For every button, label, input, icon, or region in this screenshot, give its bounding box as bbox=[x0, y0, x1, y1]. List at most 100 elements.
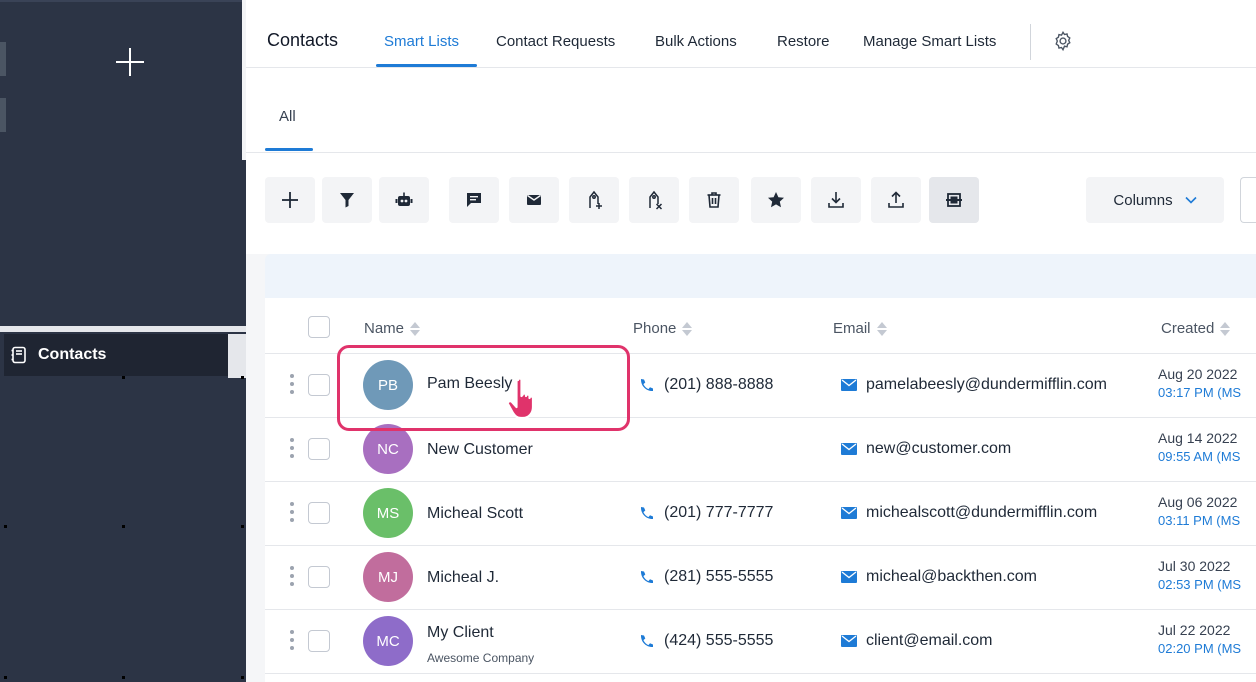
hand-cursor-icon bbox=[506, 377, 535, 420]
contact-email[interactable]: new@customer.com bbox=[841, 440, 1011, 458]
sidebar-marker bbox=[122, 676, 125, 679]
tab-bulk-actions[interactable]: Bulk Actions bbox=[655, 33, 737, 50]
remove-tag-button[interactable] bbox=[629, 177, 679, 223]
tab-contact-requests[interactable]: Contact Requests bbox=[496, 33, 615, 50]
table-row[interactable]: MS Micheal Scott (201) 777-7777 micheals… bbox=[265, 482, 1256, 546]
sidebar-marker bbox=[4, 525, 7, 528]
contact-email[interactable]: client@email.com bbox=[841, 632, 993, 650]
table-row[interactable]: MC My Client Awesome Company (424) 555-5… bbox=[265, 610, 1256, 674]
main-content: Contacts Smart Lists Contact Requests Bu… bbox=[246, 0, 1256, 682]
email-icon bbox=[841, 571, 857, 583]
contact-name[interactable]: Micheal Scott bbox=[427, 505, 523, 523]
contact-name[interactable]: Micheal J. bbox=[427, 569, 499, 587]
drag-handle-icon[interactable] bbox=[290, 502, 294, 524]
created-time: 03:17 PM (MS bbox=[1158, 385, 1242, 400]
column-header-label: Name bbox=[364, 320, 405, 337]
message-icon bbox=[467, 193, 481, 207]
column-header-phone[interactable]: Phone bbox=[633, 320, 693, 337]
avatar[interactable]: MJ bbox=[363, 552, 413, 602]
contact-company: Awesome Company bbox=[427, 651, 535, 665]
email-address: client@email.com bbox=[866, 632, 993, 649]
contact-phone[interactable]: (281) 555-5555 bbox=[638, 568, 773, 586]
row-checkbox[interactable] bbox=[308, 502, 330, 524]
sidebar-collapse-handle[interactable] bbox=[0, 42, 6, 76]
sort-icon bbox=[682, 321, 693, 336]
send-email-button[interactable] bbox=[509, 177, 559, 223]
search-field-edge[interactable] bbox=[1240, 177, 1256, 223]
drag-handle-icon[interactable] bbox=[290, 374, 294, 396]
avatar-initials: MS bbox=[376, 504, 400, 522]
phone-icon bbox=[640, 506, 653, 519]
add-tag-button[interactable] bbox=[569, 177, 619, 223]
sidebar-marker bbox=[4, 676, 7, 679]
gear-icon[interactable] bbox=[1052, 30, 1074, 52]
sidebar-scrollbar[interactable] bbox=[228, 334, 246, 378]
avatar[interactable]: NC bbox=[363, 424, 413, 474]
drag-handle-icon[interactable] bbox=[290, 566, 294, 588]
active-subtab-indicator bbox=[265, 148, 313, 151]
email-address: michealscott@dundermifflin.com bbox=[866, 504, 1098, 521]
row-checkbox[interactable] bbox=[308, 630, 330, 652]
contact-phone[interactable]: (201) 888-8888 bbox=[638, 376, 773, 394]
column-header-label: Email bbox=[833, 320, 871, 337]
add-icon[interactable] bbox=[112, 44, 148, 80]
contact-phone[interactable]: (424) 555-5555 bbox=[638, 632, 773, 650]
table-row[interactable]: MJ Micheal J. (281) 555-5555 micheal@bac… bbox=[265, 546, 1256, 610]
add-contact-button[interactable] bbox=[265, 177, 315, 223]
row-checkbox[interactable] bbox=[308, 374, 330, 396]
sidebar-collapse-handle-secondary[interactable] bbox=[0, 98, 6, 132]
column-header-name[interactable]: Name bbox=[364, 320, 421, 337]
contact-name[interactable]: New Customer bbox=[427, 441, 533, 459]
smart-list-tabs: All bbox=[246, 68, 1256, 154]
star-button[interactable] bbox=[751, 177, 801, 223]
phone-number: (281) 555-5555 bbox=[664, 568, 774, 585]
contact-phone[interactable]: (201) 777-7777 bbox=[638, 504, 773, 522]
created-time: 09:55 AM (MS bbox=[1158, 449, 1241, 464]
select-all-button[interactable] bbox=[929, 177, 979, 223]
tab-all[interactable]: All bbox=[279, 108, 296, 125]
import-icon bbox=[828, 192, 844, 208]
created-date: Aug 20 2022 bbox=[1158, 366, 1238, 382]
email-address: micheal@backthen.com bbox=[866, 568, 1037, 585]
sidebar-marker bbox=[122, 525, 125, 528]
contact-email[interactable]: micheal@backthen.com bbox=[841, 568, 1037, 586]
top-navigation: Contacts Smart Lists Contact Requests Bu… bbox=[246, 0, 1256, 68]
drag-handle-icon[interactable] bbox=[290, 630, 294, 652]
delete-button[interactable] bbox=[689, 177, 739, 223]
select-all-checkbox[interactable] bbox=[308, 316, 330, 338]
email-icon bbox=[841, 507, 857, 519]
contact-email[interactable]: pamelabeesly@dundermifflin.com bbox=[841, 376, 1107, 394]
column-header-created[interactable]: Created bbox=[1161, 320, 1231, 337]
tab-restore[interactable]: Restore bbox=[777, 33, 830, 50]
send-sms-button[interactable] bbox=[449, 177, 499, 223]
created-date: Aug 06 2022 bbox=[1158, 494, 1238, 510]
contact-email[interactable]: michealscott@dundermifflin.com bbox=[841, 504, 1097, 522]
table-banner bbox=[265, 254, 1256, 298]
phone-number: (201) 777-7777 bbox=[664, 504, 774, 521]
export-button[interactable] bbox=[871, 177, 921, 223]
row-checkbox[interactable] bbox=[308, 566, 330, 588]
columns-dropdown[interactable]: Columns bbox=[1086, 177, 1224, 223]
export-icon bbox=[888, 191, 904, 208]
avatar[interactable]: MS bbox=[363, 488, 413, 538]
phone-number: (424) 555-5555 bbox=[664, 632, 774, 649]
column-header-email[interactable]: Email bbox=[833, 320, 887, 337]
page-title: Contacts bbox=[267, 30, 339, 50]
tab-smart-lists[interactable]: Smart Lists bbox=[384, 33, 459, 50]
sidebar-item-contacts[interactable]: Contacts bbox=[4, 334, 230, 376]
select-box-icon bbox=[946, 193, 962, 207]
contact-name[interactable]: My Client bbox=[427, 624, 494, 642]
row-checkbox[interactable] bbox=[308, 438, 330, 460]
drag-handle-icon[interactable] bbox=[290, 438, 294, 460]
email-address: new@customer.com bbox=[866, 440, 1012, 457]
email-address: pamelabeesly@dundermifflin.com bbox=[866, 376, 1107, 393]
sort-icon bbox=[876, 321, 887, 336]
avatar-initials: MJ bbox=[378, 568, 398, 586]
active-tab-indicator bbox=[376, 64, 477, 67]
automation-button[interactable] bbox=[379, 177, 429, 223]
import-button[interactable] bbox=[811, 177, 861, 223]
phone-icon bbox=[640, 570, 653, 583]
avatar[interactable]: MC bbox=[363, 616, 413, 666]
tab-manage-smart-lists[interactable]: Manage Smart Lists bbox=[863, 33, 996, 50]
filter-button[interactable] bbox=[322, 177, 372, 223]
